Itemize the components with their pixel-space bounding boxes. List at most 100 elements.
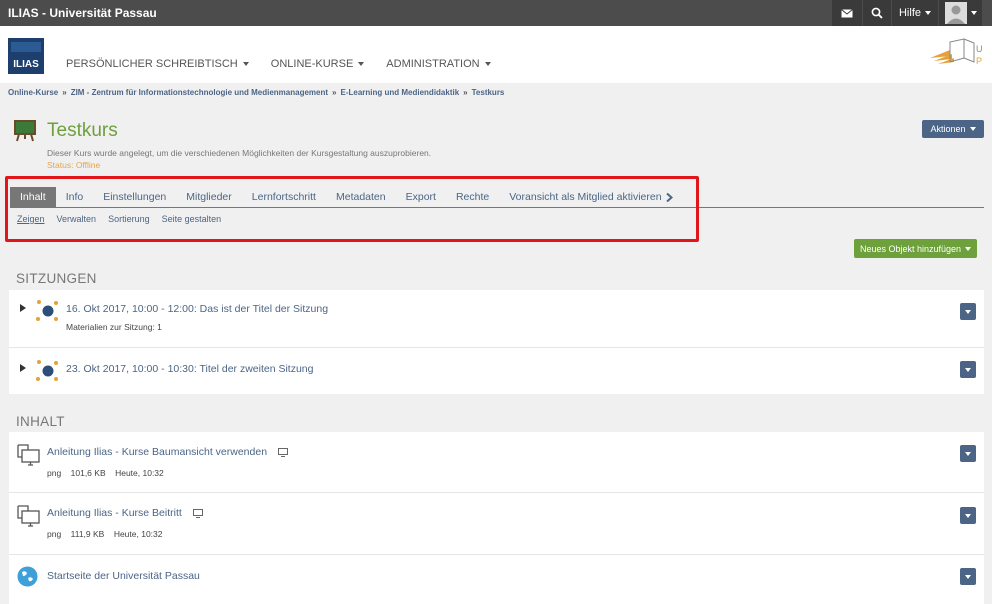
subtab-verwalten[interactable]: Verwalten	[57, 214, 97, 224]
help-label: Hilfe	[898, 7, 921, 19]
tab-mitglieder[interactable]: Mitglieder	[176, 187, 242, 207]
mail-button[interactable]	[832, 0, 862, 26]
sessions-list: 16. Okt 2017, 10:00 - 12:00: Das ist der…	[9, 290, 984, 394]
link-title[interactable]: Startseite der Universität Passau	[47, 570, 200, 582]
search-icon	[871, 7, 883, 19]
chevron-down-icon	[970, 11, 977, 15]
session-title[interactable]: 23. Okt 2017, 10:00 - 10:30: Titel der z…	[66, 363, 313, 375]
breadcrumb-item[interactable]: ZIM - Zentrum für Informationstechnologi…	[71, 88, 328, 97]
header: ILIAS PERSÖNLICHER SCHREIBTISCH ONLINE-K…	[0, 26, 992, 83]
main-nav: PERSÖNLICHER SCHREIBTISCH ONLINE-KURSE A…	[66, 58, 491, 70]
section-heading-content: INHALT	[16, 414, 65, 429]
tab-info[interactable]: Info	[56, 187, 94, 207]
content-list: Anleitung Ilias - Kurse Baumansicht verw…	[9, 432, 984, 604]
user-menu[interactable]	[939, 0, 982, 26]
tab-export[interactable]: Export	[396, 187, 446, 207]
svg-text:U: U	[976, 44, 982, 54]
breadcrumb-item[interactable]: Online-Kurse	[8, 88, 58, 97]
item-actions-button[interactable]	[960, 507, 976, 524]
svg-text:P: P	[976, 56, 982, 66]
chevron-down-icon	[242, 62, 249, 66]
item-actions-button[interactable]	[960, 361, 976, 378]
tab-metadaten[interactable]: Metadaten	[326, 187, 396, 207]
globe-icon	[17, 566, 38, 587]
nav-administration[interactable]: ADMINISTRATION	[386, 58, 491, 70]
file-type: png	[47, 529, 62, 539]
subtab-sortierung[interactable]: Sortierung	[108, 214, 150, 224]
tab-voransicht[interactable]: Voransicht als Mitglied aktivieren	[499, 187, 671, 207]
file-size: 111,9 KB	[70, 529, 105, 539]
expand-icon[interactable]	[20, 364, 26, 372]
breadcrumb-separator: »	[332, 88, 337, 97]
course-description: Dieser Kurs wurde angelegt, um die versc…	[47, 148, 432, 158]
actions-label: Aktionen	[930, 124, 966, 134]
list-item: Anleitung Ilias - Kurse Beitritt png 111…	[9, 494, 984, 555]
session-icon	[36, 300, 58, 321]
list-item: Anleitung Ilias - Kurse Baumansicht verw…	[9, 432, 984, 493]
file-monitor-icon	[17, 505, 40, 527]
site-title[interactable]: ILIAS - Universität Passau	[8, 6, 157, 20]
session-icon	[36, 360, 58, 381]
search-button[interactable]	[863, 0, 891, 26]
logo-text: ILIAS	[13, 59, 39, 70]
user-avatar-icon	[944, 2, 967, 24]
file-date: Heute, 10:32	[113, 529, 163, 539]
tab-lernfortschritt[interactable]: Lernfortschritt	[242, 187, 326, 207]
tab-bar: Inhalt Info Einstellungen Mitglieder Ler…	[10, 187, 984, 208]
breadcrumb: Online-Kurse » ZIM - Zentrum für Informati…	[8, 88, 504, 97]
nav-label: PERSÖNLICHER SCHREIBTISCH	[66, 58, 238, 70]
file-title[interactable]: Anleitung Ilias - Kurse Beitritt	[47, 507, 182, 519]
add-new-object-button[interactable]: Neues Objekt hinzufügen	[854, 239, 977, 258]
course-board-icon	[14, 120, 36, 142]
monitor-icon	[277, 447, 288, 457]
expand-icon[interactable]	[20, 304, 26, 312]
file-title[interactable]: Anleitung Ilias - Kurse Baumansicht verw…	[47, 446, 267, 458]
university-logo-icon: U P	[930, 38, 982, 66]
section-heading-sessions: SITZUNGEN	[16, 271, 97, 286]
file-meta: png 101,6 KB Heute, 10:32	[47, 468, 164, 478]
breadcrumb-item[interactable]: Testkurs	[472, 88, 505, 97]
add-new-object-label: Neues Objekt hinzufügen	[859, 243, 962, 254]
highlight-box	[5, 176, 699, 242]
tab-einstellungen[interactable]: Einstellungen	[93, 187, 176, 207]
breadcrumb-item[interactable]: E-Learning und Mediendidaktik	[340, 88, 459, 97]
breadcrumb-separator: »	[62, 88, 67, 97]
nav-label: ONLINE-KURSE	[270, 58, 354, 70]
nav-personal-desk[interactable]: PERSÖNLICHER SCHREIBTISCH	[66, 58, 249, 70]
file-title-line: Anleitung Ilias - Kurse Beitritt	[47, 507, 203, 519]
chevron-down-icon	[969, 127, 976, 131]
nav-online-courses[interactable]: ONLINE-KURSE	[271, 58, 365, 70]
monitor-icon	[192, 508, 203, 518]
item-actions-button[interactable]	[960, 303, 976, 320]
list-item: Startseite der Universität Passau	[9, 556, 984, 604]
actions-button[interactable]: Aktionen	[922, 120, 984, 138]
subtab-zeigen[interactable]: Zeigen	[17, 214, 45, 224]
top-bar: ILIAS - Universität Passau Hilfe	[0, 0, 992, 26]
file-size: 101,6 KB	[70, 468, 106, 478]
chevron-down-icon	[965, 246, 972, 251]
breadcrumb-separator: »	[463, 88, 468, 97]
sub-tab-bar: Zeigen Verwalten Sortierung Seite gestal…	[17, 214, 221, 224]
file-type: png	[47, 468, 62, 478]
item-actions-button[interactable]	[960, 445, 976, 462]
subtab-seite-gestalten[interactable]: Seite gestalten	[162, 214, 222, 224]
tab-inhalt[interactable]: Inhalt	[10, 187, 56, 207]
list-item: 23. Okt 2017, 10:00 - 10:30: Titel der z…	[9, 349, 984, 394]
item-actions-button[interactable]	[960, 568, 976, 585]
file-title-line: Anleitung Ilias - Kurse Baumansicht verw…	[47, 446, 288, 458]
mail-icon	[841, 8, 853, 17]
file-monitor-icon	[17, 444, 40, 466]
chevron-down-icon	[358, 62, 365, 66]
chevron-right-icon[interactable]	[665, 187, 673, 207]
file-date: Heute, 10:32	[115, 468, 164, 478]
session-title[interactable]: 16. Okt 2017, 10:00 - 12:00: Das ist der…	[66, 303, 328, 315]
nav-label: ADMINISTRATION	[386, 58, 480, 70]
status-text: Status: Offline	[47, 160, 101, 170]
file-meta: png 111,9 KB Heute, 10:32	[47, 529, 163, 539]
chevron-down-icon	[484, 62, 491, 66]
ilias-logo[interactable]: ILIAS	[8, 38, 44, 74]
tab-rechte[interactable]: Rechte	[446, 187, 499, 207]
chevron-down-icon	[925, 11, 931, 15]
help-menu[interactable]: Hilfe	[892, 0, 938, 26]
session-meta: Materialien zur Sitzung: 1	[66, 322, 162, 332]
